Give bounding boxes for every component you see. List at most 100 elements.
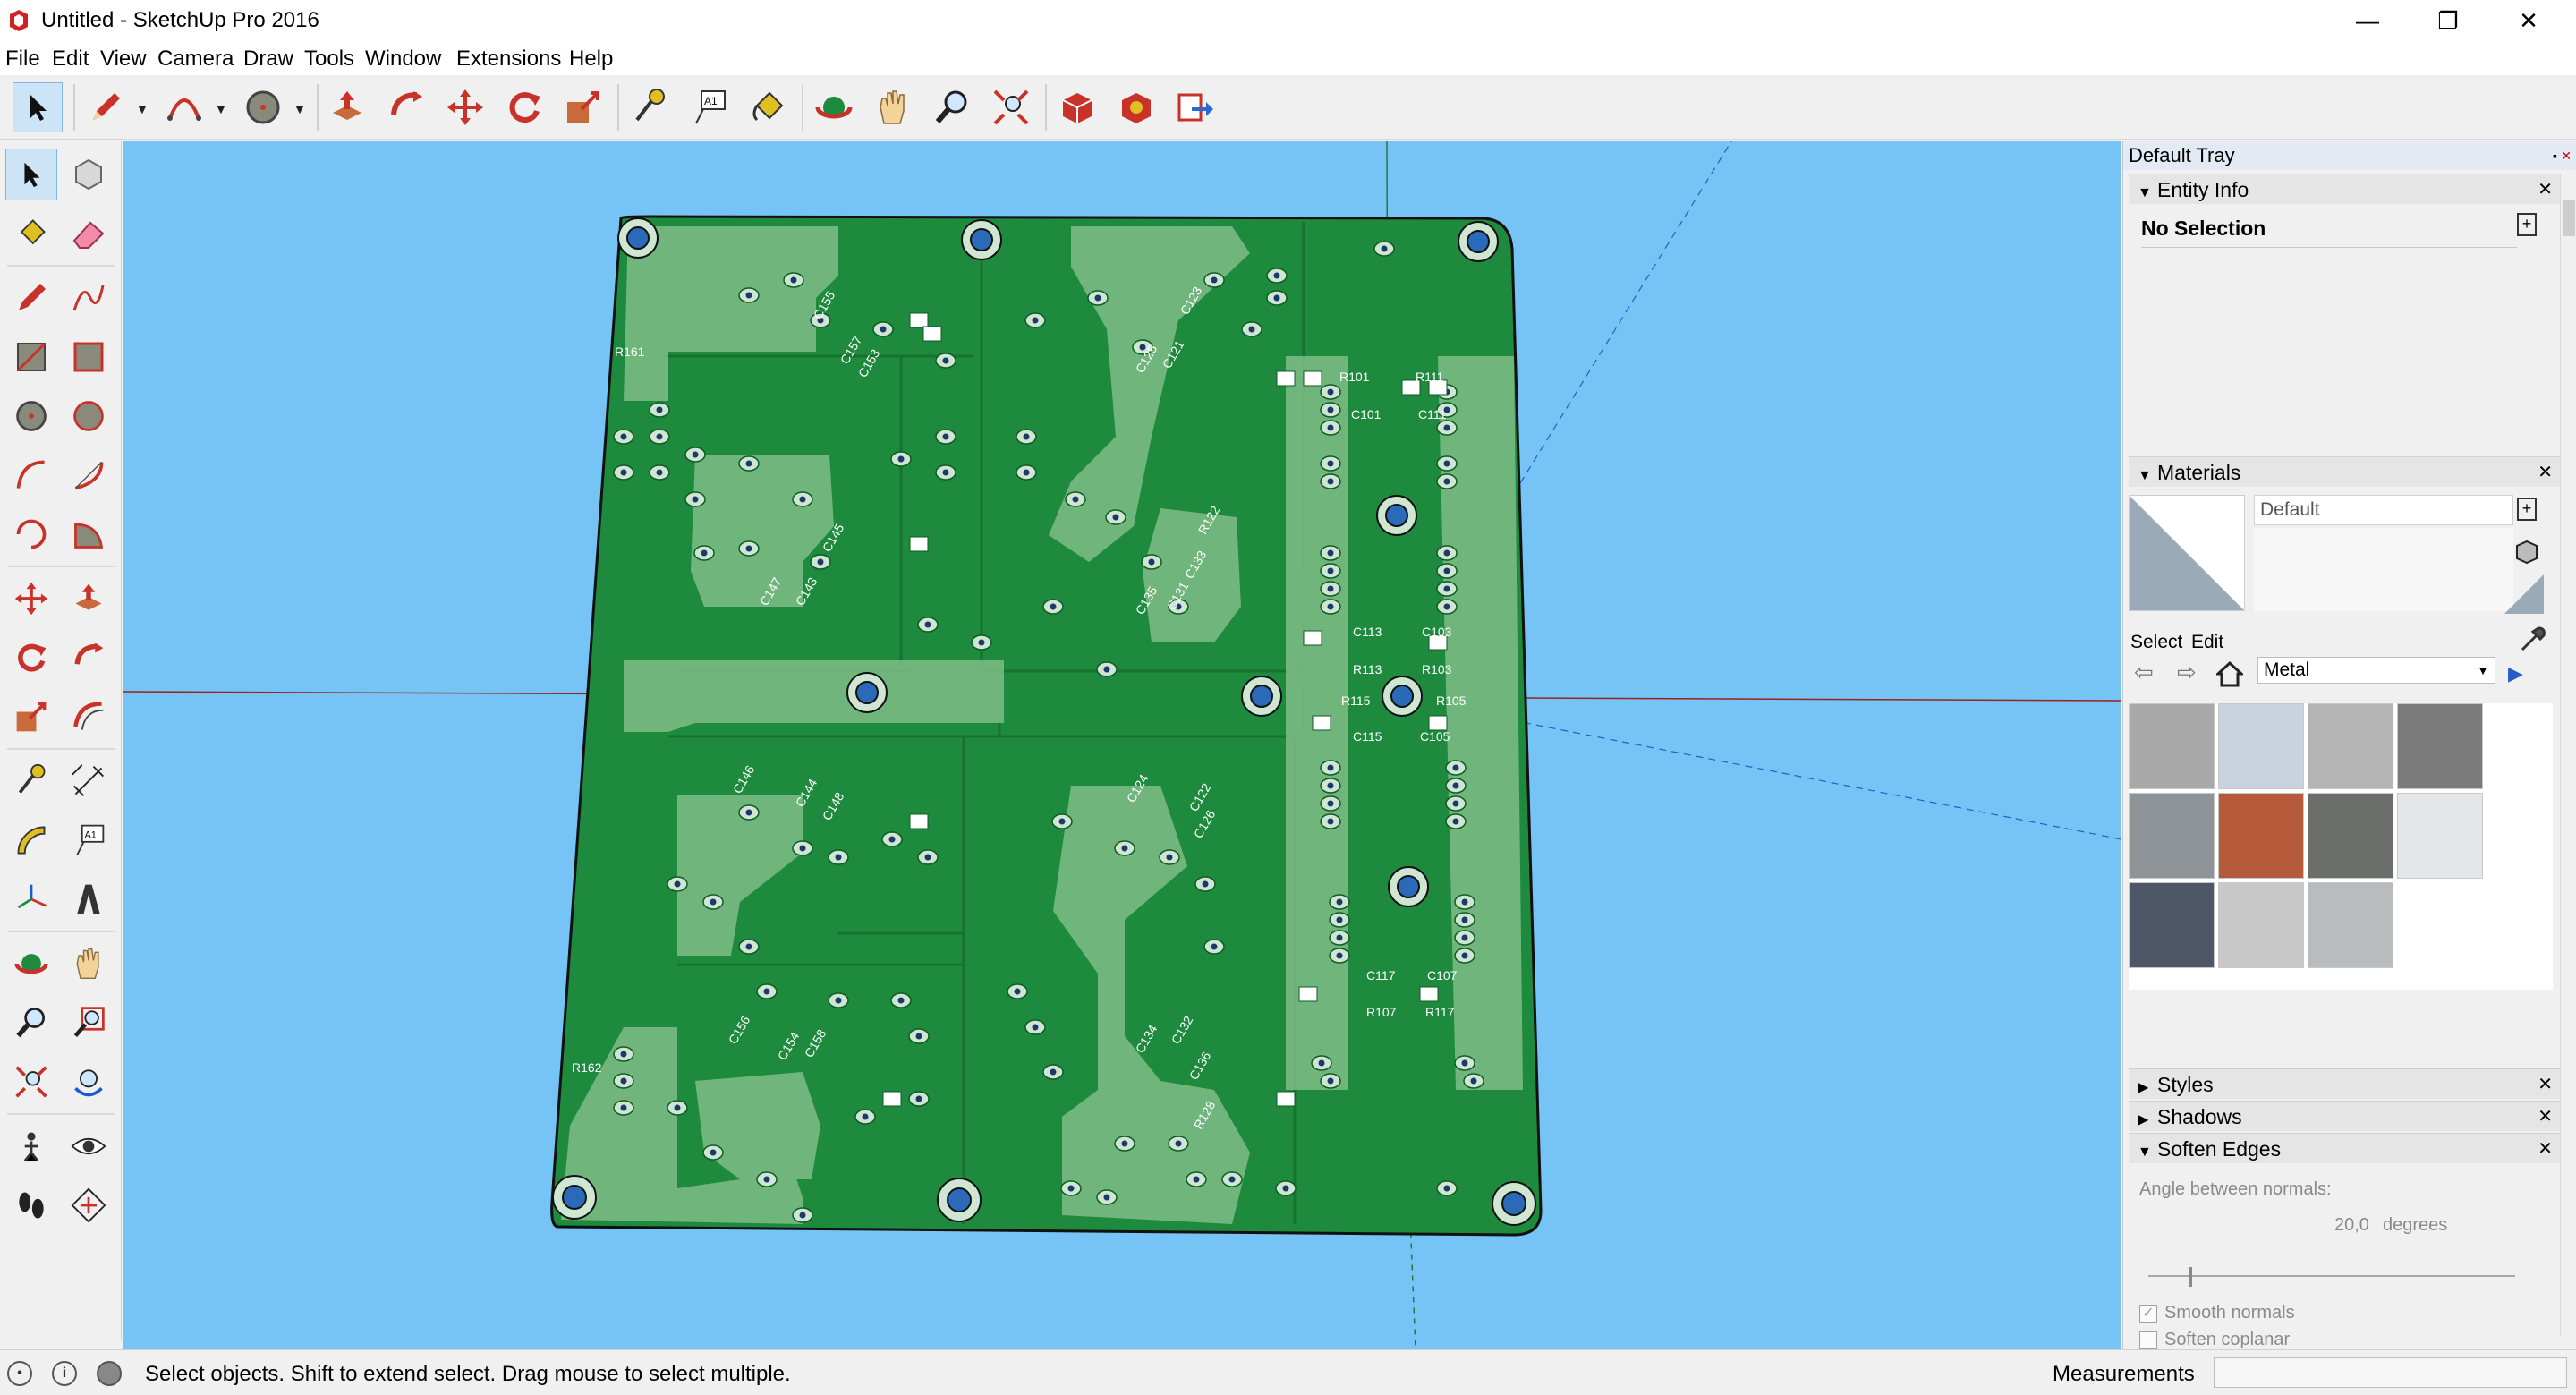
menu-camera[interactable]: Camera [157,47,234,72]
geo-location-icon[interactable]: • [7,1361,32,1386]
zoom-extents-tool-button[interactable] [986,82,1036,132]
menu-extensions[interactable]: Extensions [456,47,561,72]
material-swatch[interactable] [2397,703,2483,789]
orbit-tool-button[interactable] [809,82,859,132]
menu-edit[interactable]: Edit [52,47,89,72]
shadows-header[interactable]: ▶ Shadows ✕ [2129,1101,2560,1131]
axes-button[interactable] [5,873,57,925]
select-tool-button-left[interactable] [5,149,57,200]
minimize-button[interactable]: — [2337,0,2398,41]
material-swatch[interactable] [2308,793,2393,879]
forward-arrow-icon[interactable]: ⇨ [2177,659,2197,686]
back-arrow-icon[interactable]: ⇦ [2134,659,2154,686]
follow-me-tool-button[interactable] [381,82,431,132]
3d-text-button[interactable] [63,873,115,925]
pcb-board[interactable]: C155R161 C157C153C123C125 C121R101C101R111… [550,215,1543,1237]
pan-tool-button[interactable] [868,82,918,132]
material-swatch[interactable] [2218,703,2304,789]
rectangle-button[interactable] [5,331,57,383]
styles-header[interactable]: ▶ Styles ✕ [2129,1068,2560,1099]
menu-file[interactable]: File [5,47,40,72]
paint-bucket-tool-button[interactable] [743,82,793,132]
arc-2pt-button[interactable] [63,449,115,501]
paint-bucket-button-left[interactable] [5,208,57,259]
shadows-close-icon[interactable]: ✕ [2538,1102,2553,1132]
text-tool-button[interactable]: A1 [684,82,734,132]
previous-view-button[interactable] [63,1056,115,1108]
create-material-icon[interactable]: + [2517,498,2537,521]
dimension-button[interactable] [63,755,115,807]
soften-edges-header[interactable]: ▼ Soften Edges ✕ [2129,1133,2560,1163]
move-button[interactable] [5,573,57,625]
send-to-layout-button[interactable] [1170,82,1220,132]
user-account-icon[interactable] [97,1361,122,1386]
tray-pin-icon[interactable]: ▪ [2553,141,2557,170]
menu-window[interactable]: Window [365,47,441,72]
pencil-tool-button[interactable] [81,82,131,132]
walk-button[interactable] [5,1179,57,1231]
styles-close-icon[interactable]: ✕ [2538,1069,2553,1100]
offset-button[interactable] [63,691,115,743]
push-pull-tool-button[interactable] [322,82,372,132]
tray-close-icon[interactable]: ✕ [2561,141,2572,170]
scale-button[interactable] [5,691,57,743]
pie-button[interactable] [63,508,115,560]
material-cube-icon[interactable] [2513,539,2540,566]
restore-button[interactable]: ❐ [2418,0,2478,41]
circle-dropdown-arrow[interactable]: ▼ [293,102,306,116]
arc-dropdown-arrow[interactable]: ▼ [215,102,227,116]
pencil-dropdown-arrow[interactable]: ▼ [136,102,149,116]
materials-close-icon[interactable]: ✕ [2538,457,2553,488]
entity-info-header[interactable]: ▼ Entity Info ✕ [2129,174,2560,204]
measurements-input[interactable] [2214,1357,2567,1388]
material-swatch[interactable] [2129,882,2215,968]
home-icon[interactable] [2215,660,2245,687]
material-swatch[interactable] [2129,793,2215,879]
zoom-extents-button[interactable] [5,1056,57,1108]
sample-paint-icon[interactable] [2519,625,2547,653]
close-button[interactable]: ✕ [2498,0,2559,41]
push-pull-button[interactable] [63,573,115,625]
angle-slider[interactable] [2148,1267,2515,1287]
arc-tool-button[interactable] [159,82,209,132]
entity-info-close-icon[interactable]: ✕ [2538,174,2553,205]
3d-warehouse-button[interactable] [1052,82,1102,132]
select-tool-button[interactable] [13,82,63,132]
material-swatch[interactable] [2308,703,2393,789]
line-button[interactable] [5,272,57,324]
angle-slider-thumb[interactable] [2189,1267,2192,1287]
section-plane-button[interactable] [63,1179,115,1231]
eraser-button[interactable] [63,208,115,259]
material-swatch[interactable] [2397,793,2483,879]
arc-3pt-button[interactable] [5,508,57,560]
details-arrow-icon[interactable]: ▶ [2508,662,2523,685]
materials-edit-tab[interactable]: Edit [2191,632,2223,653]
look-around-button[interactable] [63,1120,115,1172]
materials-header[interactable]: ▼ Materials ✕ [2129,456,2560,487]
rotate-button[interactable] [5,632,57,684]
extension-warehouse-button[interactable] [1111,82,1161,132]
rotate-tool-button[interactable] [499,82,549,132]
material-swatch[interactable] [2308,882,2393,968]
circle-tool-button[interactable] [238,82,288,132]
soften-edges-close-icon[interactable]: ✕ [2538,1134,2553,1164]
default-material-icon[interactable] [2504,574,2544,614]
credits-info-icon[interactable]: i [52,1361,77,1386]
zoom-tool-button[interactable] [927,82,977,132]
zoom-button[interactable] [5,997,57,1049]
polygon-button[interactable] [63,390,115,442]
pan-button[interactable] [63,938,115,990]
make-component-button[interactable] [63,149,115,200]
zoom-window-button[interactable] [63,997,115,1049]
freehand-button[interactable] [63,272,115,324]
scale-tool-button[interactable] [558,82,608,132]
tape-measure-button[interactable] [5,755,57,807]
menu-tools[interactable]: Tools [304,47,354,72]
material-swatch[interactable] [2218,882,2304,968]
tape-measure-tool-button[interactable] [625,82,675,132]
tray-scrollbar[interactable] [2560,174,2576,1337]
materials-select-tab[interactable]: Select [2130,632,2182,653]
entity-info-expand-icon[interactable]: + [2517,213,2537,236]
text-button[interactable]: A1 [63,814,115,866]
material-name-field[interactable] [2254,495,2513,525]
